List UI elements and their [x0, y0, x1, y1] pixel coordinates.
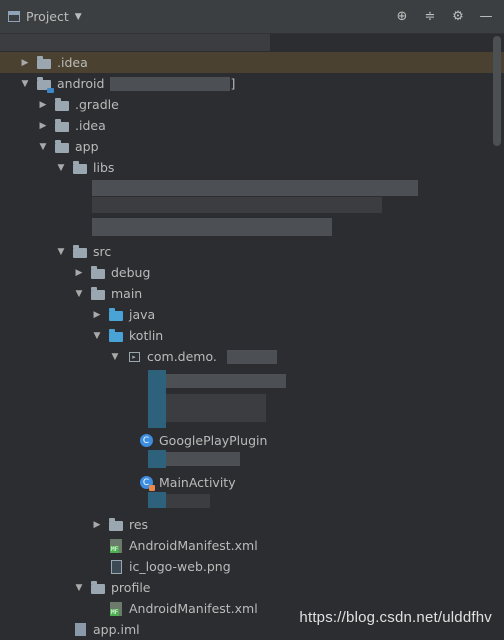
kotlin-class-icon: C	[138, 434, 154, 448]
tree-item-app[interactable]: ▼ app	[0, 136, 504, 157]
chevron-right-icon[interactable]: ▶	[74, 268, 84, 278]
chevron-down-icon[interactable]: ▼	[74, 583, 84, 593]
manifest-icon: MF	[108, 601, 124, 616]
tree-item-gradle[interactable]: ▶ .gradle	[0, 94, 504, 115]
tree-item-idea[interactable]: ▶ .idea	[0, 115, 504, 136]
tree-item-label: MainActivity	[159, 475, 236, 490]
tree-item-manifest[interactable]: MF AndroidManifest.xml	[0, 535, 504, 556]
chevron-down-icon[interactable]: ▼	[74, 289, 84, 299]
folder-icon	[72, 160, 88, 175]
manifest-icon: MF	[108, 538, 124, 553]
chevron-down-icon[interactable]: ▼	[110, 352, 120, 362]
tree-item-kotlin[interactable]: ▼ kotlin	[0, 325, 504, 346]
package-icon: ▸	[126, 350, 142, 364]
chevron-down-icon: ▼	[74, 11, 82, 22]
chevron-right-icon[interactable]: ▶	[92, 520, 102, 530]
tree-item-label: GooglePlayPlugin	[159, 433, 268, 448]
image-file-icon	[108, 559, 124, 574]
tree-item-googleplayplugin[interactable]: C GooglePlayPlugin	[0, 430, 504, 451]
folder-icon	[90, 286, 106, 301]
tree-item-res[interactable]: ▶ res	[0, 514, 504, 535]
tree-item-mainactivity[interactable]: C MainActivity	[0, 472, 504, 493]
module-folder-icon	[36, 76, 54, 93]
watermark: https://blog.csdn.net/ulddfhv	[299, 609, 492, 626]
project-view-selector[interactable]: Project ▼	[8, 9, 82, 24]
tree-item-label: AndroidManifest.xml	[129, 601, 258, 616]
chevron-right-icon[interactable]: ▶	[38, 100, 48, 110]
tree-item-label: app.iml	[93, 622, 140, 637]
tree-item-label: res	[129, 517, 149, 532]
folder-icon	[36, 55, 52, 70]
chevron-right-icon[interactable]: ▶	[20, 58, 30, 68]
tree-item-label: .idea	[57, 55, 88, 70]
locate-icon[interactable]: ⊕	[394, 8, 410, 24]
folder-icon	[54, 97, 70, 112]
tree-item-label: app	[75, 139, 99, 154]
tree-item-label: src	[93, 244, 112, 259]
source-folder-icon	[108, 307, 124, 322]
tree-item-main[interactable]: ▼ main	[0, 283, 504, 304]
source-folder-icon	[108, 328, 124, 343]
tree-item-label: kotlin	[129, 328, 164, 343]
chevron-down-icon[interactable]: ▼	[56, 163, 66, 173]
chevron-right-icon[interactable]: ▶	[92, 310, 102, 320]
tree-item-label: .idea	[75, 118, 106, 133]
tree-item-logo[interactable]: ic_logo-web.png	[0, 556, 504, 577]
tree-item-profile[interactable]: ▼ profile	[0, 577, 504, 598]
tree-item-src[interactable]: ▼ src	[0, 241, 504, 262]
tree-item-label: debug	[111, 265, 151, 280]
chevron-down-icon[interactable]: ▼	[20, 79, 30, 89]
tree-item-debug[interactable]: ▶ debug	[0, 262, 504, 283]
chevron-down-icon[interactable]: ▼	[92, 331, 102, 341]
project-tree[interactable]: ▶ .idea ▼ android ] ▶ .gradle ▶ .idea ▼ …	[0, 34, 504, 637]
tree-item-label: AndroidManifest.xml	[129, 538, 258, 553]
tree-item-label: android	[57, 76, 105, 91]
collapse-icon[interactable]: ≑	[422, 8, 438, 24]
tree-item-label: .gradle	[75, 97, 119, 112]
folder-icon	[54, 139, 70, 154]
chevron-down-icon[interactable]: ▼	[38, 142, 48, 152]
chevron-right-icon[interactable]: ▶	[38, 121, 48, 131]
tree-item-idea-root[interactable]: ▶ .idea	[0, 52, 504, 73]
folder-icon	[90, 265, 106, 280]
activity-class-icon: C	[138, 476, 155, 491]
folder-icon	[72, 244, 88, 259]
project-toolbar: Project ▼ ⊕ ≑ ⚙ —	[0, 0, 504, 34]
tree-item-label: libs	[93, 160, 115, 175]
folder-icon	[108, 517, 124, 532]
project-icon	[8, 11, 20, 22]
folder-icon	[54, 118, 70, 133]
tree-item-java[interactable]: ▶ java	[0, 304, 504, 325]
tree-item-label: ic_logo-web.png	[129, 559, 231, 574]
gear-icon[interactable]: ⚙	[450, 8, 466, 24]
vertical-scrollbar[interactable]	[493, 36, 501, 146]
tree-item-libs[interactable]: ▼ libs	[0, 157, 504, 178]
tree-item-package[interactable]: ▼ ▸ com.demo.	[0, 346, 504, 367]
chevron-down-icon[interactable]: ▼	[56, 247, 66, 257]
hide-icon[interactable]: —	[478, 8, 494, 24]
tree-item-label: java	[129, 307, 156, 322]
tree-item-android[interactable]: ▼ android ]	[0, 73, 504, 94]
iml-file-icon	[72, 623, 88, 637]
tree-item-label: com.demo.	[147, 349, 217, 364]
folder-icon	[90, 580, 106, 595]
tree-item-suffix: ]	[230, 76, 236, 91]
project-title: Project	[26, 9, 69, 24]
tree-item-label: profile	[111, 580, 151, 595]
tree-item-label: main	[111, 286, 143, 301]
